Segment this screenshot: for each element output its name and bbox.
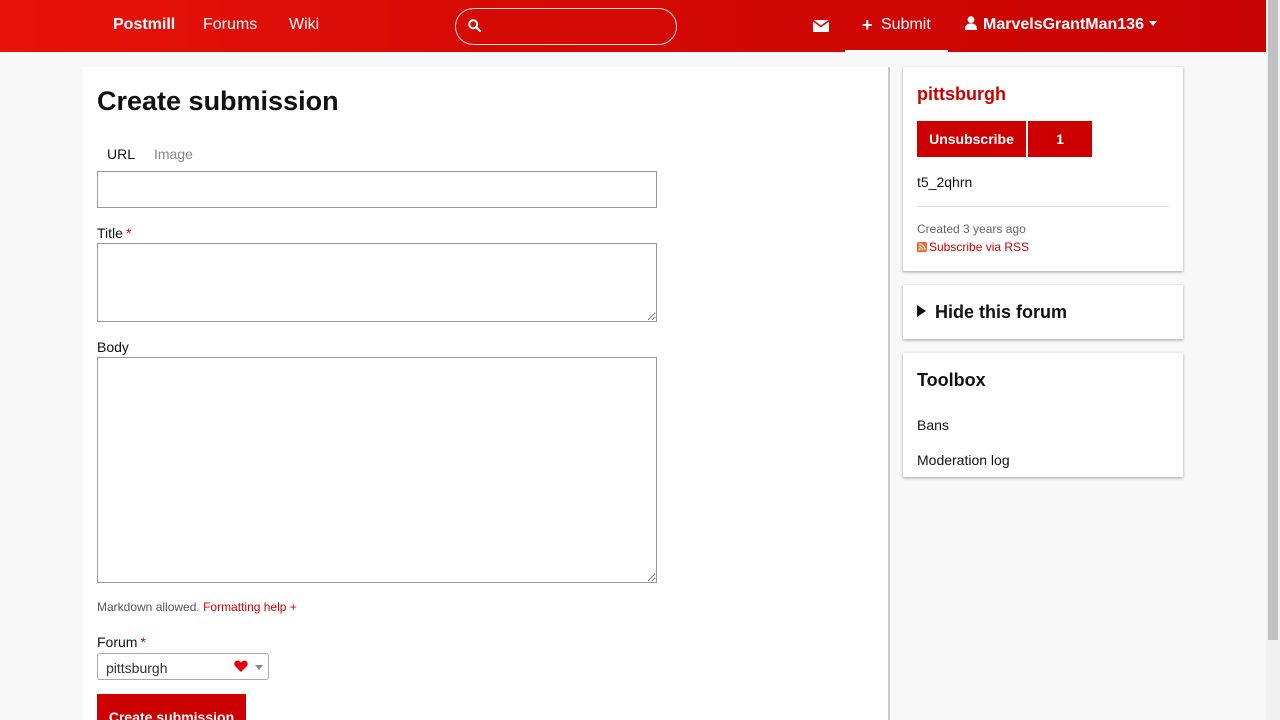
- formatting-help-link[interactable]: Formatting help +: [203, 600, 297, 614]
- subscribe-rss-link[interactable]: Subscribe via RSS: [917, 240, 1029, 254]
- subscriber-count-button[interactable]: 1: [1028, 121, 1092, 157]
- create-submission-button[interactable]: Create submission: [97, 694, 246, 720]
- hide-forum-toggle[interactable]: Hide this forum: [917, 302, 1067, 323]
- body-input[interactable]: [97, 357, 657, 583]
- forum-id-text: t5_2qhrn: [917, 174, 973, 190]
- search-box[interactable]: [455, 8, 677, 45]
- toolbox-title: Toolbox: [917, 370, 986, 390]
- forum-name-link[interactable]: pittsburgh: [917, 84, 1006, 105]
- user-icon: [965, 16, 977, 30]
- forum-select[interactable]: pittsburgh: [97, 653, 269, 680]
- page-title: Create submission: [97, 86, 339, 116]
- search-icon: [468, 19, 481, 32]
- url-input[interactable]: [97, 171, 657, 208]
- forum-label: Forum *: [97, 634, 146, 650]
- created-info: Created 3 years ago: [917, 222, 1026, 236]
- page-scrollbar-thumb[interactable]: [1268, 0, 1278, 640]
- title-label: Title *: [97, 225, 131, 241]
- disclosure-triangle-icon: [917, 305, 926, 317]
- created-ago: 3 years ago: [963, 222, 1026, 236]
- divider: [917, 206, 1169, 207]
- forum-label-text: Forum: [97, 634, 138, 650]
- envelope-icon: [813, 20, 829, 32]
- hide-forum-label: Hide this forum: [935, 302, 1068, 322]
- username-label: MarvelsGrantMan136: [983, 16, 1144, 33]
- created-prefix: Created: [917, 222, 960, 236]
- rss-label: Subscribe via RSS: [929, 240, 1030, 254]
- markdown-note: Markdown allowed.: [97, 600, 200, 614]
- forum-select-value: pittsburgh: [106, 660, 168, 676]
- toolbox-link-bans[interactable]: Bans: [917, 417, 949, 433]
- required-marker: *: [140, 634, 146, 650]
- heart-icon: [234, 660, 248, 672]
- nav-link-forums[interactable]: Forums: [203, 16, 257, 34]
- user-menu-button[interactable]: MarvelsGrantMan136: [965, 16, 1157, 34]
- submit-nav-button[interactable]: + Submit: [845, 0, 948, 52]
- body-label: Body: [97, 339, 129, 355]
- messages-button[interactable]: [806, 14, 836, 38]
- submit-nav-label: Submit: [881, 16, 931, 33]
- tab-url[interactable]: URL: [107, 146, 135, 162]
- title-label-text: Title: [97, 225, 123, 241]
- plus-icon: +: [862, 15, 873, 35]
- markdown-help: Markdown allowed. Formatting help +: [97, 600, 297, 614]
- chevron-down-icon: [1148, 21, 1157, 26]
- title-input[interactable]: [97, 243, 657, 322]
- brand-link[interactable]: Postmill: [113, 16, 175, 34]
- tab-image[interactable]: Image: [154, 146, 193, 162]
- search-input[interactable]: [488, 15, 668, 39]
- toolbox-link-moderation-log[interactable]: Moderation log: [917, 452, 1010, 468]
- rss-icon: [917, 242, 927, 252]
- required-marker: *: [125, 225, 132, 241]
- nav-link-wiki[interactable]: Wiki: [289, 16, 319, 34]
- chevron-down-icon: [255, 665, 263, 670]
- unsubscribe-button[interactable]: Unsubscribe: [917, 121, 1026, 157]
